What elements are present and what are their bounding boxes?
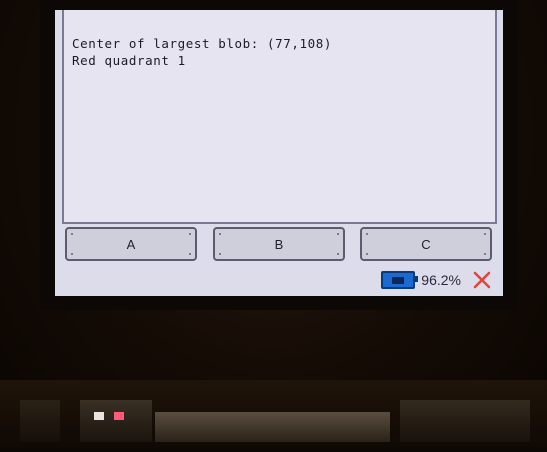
b-button[interactable]: B	[213, 227, 345, 261]
battery-icon	[381, 271, 419, 289]
console-line: Red quadrant 1	[72, 53, 186, 68]
status-bar: 96.2%	[381, 268, 461, 292]
console-output: Center of largest blob: (77,108) Red qua…	[62, 10, 497, 224]
a-button[interactable]: A	[65, 227, 197, 261]
background-device	[155, 412, 390, 442]
close-icon[interactable]	[471, 269, 493, 291]
background-device	[20, 400, 60, 442]
console-line: Center of largest blob: (77,108)	[72, 36, 333, 51]
c-button-label: C	[421, 236, 431, 252]
a-button-label: A	[126, 236, 136, 252]
battery-percent: 96.2%	[421, 272, 461, 288]
device-screen: Center of largest blob: (77,108) Red qua…	[55, 10, 503, 296]
c-button[interactable]: C	[360, 227, 492, 261]
background-device	[80, 400, 152, 442]
b-button-label: B	[274, 236, 284, 252]
background-device	[400, 400, 530, 442]
